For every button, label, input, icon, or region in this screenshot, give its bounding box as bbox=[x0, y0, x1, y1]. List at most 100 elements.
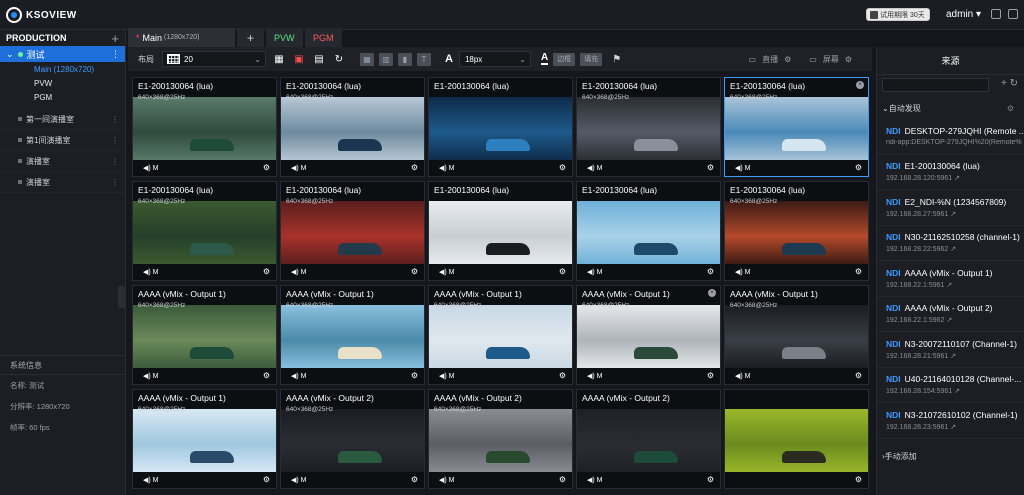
source-tile[interactable]: AAAA (vMix - Output 1) 640×368@25Hz ◀) M ⚙ bbox=[132, 389, 277, 489]
audio-toggle[interactable]: ◀) M bbox=[439, 164, 455, 172]
refresh-icon[interactable]: ↻ bbox=[1010, 78, 1018, 89]
source-item[interactable]: NDI E1-200130064 (lua) 192.168.28.120:5961… bbox=[877, 155, 1024, 190]
audio-toggle[interactable]: ◀) M bbox=[439, 268, 455, 276]
tile-settings-icon[interactable]: ⚙ bbox=[411, 267, 418, 276]
close-icon[interactable]: × bbox=[708, 289, 716, 297]
source-item[interactable]: NDI DESKTOP-279JQHI (Remote ... ndi-app:DE… bbox=[877, 119, 1024, 155]
screen-settings-icon[interactable]: ⚙ bbox=[845, 55, 852, 64]
tile-settings-icon[interactable]: ⚙ bbox=[855, 163, 862, 172]
font-size-select[interactable]: 18px ⌄ bbox=[458, 51, 531, 67]
tile-settings-icon[interactable]: ⚙ bbox=[263, 267, 270, 276]
source-tile[interactable]: E1-200130064 (lua) ◀) M ⚙ bbox=[428, 181, 573, 281]
audio-toggle[interactable]: ◀) M bbox=[143, 476, 159, 484]
source-tile[interactable]: AAAA (vMix - Output 2) 640×368@25Hz ◀) M ⚙ bbox=[280, 389, 425, 489]
merge-icon[interactable]: ▥ bbox=[379, 52, 393, 66]
tile-settings-icon[interactable]: ⚙ bbox=[707, 163, 714, 172]
source-tile[interactable]: E1-200130064 (lua) 640×368@25Hz ◀) M ⚙ bbox=[280, 181, 425, 281]
studio-item[interactable]: 演播室 ⋮ bbox=[0, 172, 125, 193]
panel-collapse-handle[interactable] bbox=[118, 286, 125, 308]
live-label[interactable]: 直播 bbox=[762, 54, 778, 65]
studio-item[interactable]: 演播室 ⋮ bbox=[0, 151, 125, 172]
audio-toggle[interactable]: ◀) M bbox=[291, 476, 307, 484]
source-item[interactable]: NDI AAAA (vMix - Output 1) 192.168.22.1:59… bbox=[877, 261, 1024, 297]
sub-item-pgm[interactable]: PGM bbox=[0, 90, 125, 104]
bar-icon[interactable]: ▮ bbox=[398, 52, 412, 66]
layout-select[interactable]: 20 ⌄ bbox=[162, 51, 266, 67]
close-icon[interactable]: × bbox=[856, 81, 864, 89]
tile-settings-icon[interactable]: ⚙ bbox=[263, 371, 270, 380]
save-icon[interactable]: ▣ bbox=[292, 52, 306, 66]
source-item[interactable]: NDI E2_NDI-%N (1234567809) 192.168.28.27:5… bbox=[877, 190, 1024, 226]
source-tile[interactable]: AAAA (vMix - Output 1) 640×368@25Hz ◀) M ⚙ × bbox=[576, 285, 721, 385]
font-color-icon[interactable]: A bbox=[540, 53, 549, 65]
add-source-icon[interactable]: + bbox=[1001, 78, 1007, 89]
refresh-icon[interactable]: ↻ bbox=[332, 52, 346, 66]
source-search-input[interactable] bbox=[882, 78, 989, 92]
audio-toggle[interactable]: ◀) M bbox=[291, 268, 307, 276]
add-tab-button[interactable]: + bbox=[237, 28, 264, 47]
tab-pgm[interactable]: PGM bbox=[305, 28, 342, 47]
tile-settings-icon[interactable]: ⚙ bbox=[411, 163, 418, 172]
studio-item[interactable]: 第一间演播室 ⋮ bbox=[0, 109, 125, 130]
audio-toggle[interactable]: ◀) M bbox=[587, 372, 603, 380]
source-tile[interactable]: E1-200130064 (lua) ◀) M ⚙ bbox=[428, 77, 573, 177]
studio-item[interactable]: 第1间演播室 ⋮ bbox=[0, 130, 125, 151]
audio-toggle[interactable]: ◀) M bbox=[291, 372, 307, 380]
tile-settings-icon[interactable]: ⚙ bbox=[855, 267, 862, 276]
screen-label[interactable]: 屏幕 bbox=[823, 54, 839, 65]
source-item[interactable]: NDI N30-21162510258 (channel-1) 192.168.28… bbox=[877, 226, 1024, 261]
source-tile[interactable]: E1-200130064 (lua) 640×368@25Hz ◀) M ⚙ bbox=[576, 77, 721, 177]
external-link-icon[interactable]: ↗ bbox=[948, 424, 956, 431]
production-item-active[interactable]: ⌄ 测试 ⋮ bbox=[0, 46, 125, 62]
source-tile[interactable]: ⚙ bbox=[724, 389, 869, 489]
audio-toggle[interactable]: ◀) M bbox=[439, 372, 455, 380]
tile-settings-icon[interactable]: ⚙ bbox=[411, 371, 418, 380]
tile-settings-icon[interactable]: ⚙ bbox=[263, 475, 270, 484]
source-tile[interactable]: E1-200130064 (lua) 640×368@25Hz ◀) M ⚙ bbox=[280, 77, 425, 177]
external-link-icon[interactable]: ↗ bbox=[952, 175, 960, 182]
audio-toggle[interactable]: ◀) M bbox=[143, 164, 159, 172]
tile-settings-icon[interactable]: ⚙ bbox=[707, 475, 714, 484]
source-tile[interactable]: AAAA (vMix - Output 2) ◀) M ⚙ bbox=[576, 389, 721, 489]
source-tile[interactable]: E1-200130064 (lua) 640×368@25Hz ◀) M ⚙ bbox=[724, 181, 869, 281]
tile-settings-icon[interactable]: ⚙ bbox=[707, 371, 714, 380]
auto-discovery-section[interactable]: ⌄ 自动发现 ⚙ bbox=[882, 101, 1020, 115]
live-settings-icon[interactable]: ⚙ bbox=[784, 55, 791, 64]
tab-pvw[interactable]: PVW bbox=[266, 28, 303, 47]
tile-settings-icon[interactable]: ⚙ bbox=[559, 475, 566, 484]
gear-icon[interactable]: ⚙ bbox=[1007, 104, 1014, 113]
source-tile[interactable]: AAAA (vMix - Output 1) 640×368@25Hz ◀) M ⚙ bbox=[724, 285, 869, 385]
external-link-icon[interactable]: ↗ bbox=[948, 246, 956, 253]
sub-item-pvw[interactable]: PVW bbox=[0, 76, 125, 90]
audio-toggle[interactable]: ◀) M bbox=[735, 372, 751, 380]
external-link-icon[interactable]: ↗ bbox=[944, 317, 952, 324]
source-tile[interactable]: AAAA (vMix - Output 1) 640×368@25Hz ◀) M ⚙ bbox=[428, 285, 573, 385]
more-icon[interactable]: ⋮ bbox=[111, 49, 120, 60]
tile-settings-icon[interactable]: ⚙ bbox=[559, 267, 566, 276]
source-tile[interactable]: E1-200130064 (lua) ◀) M ⚙ bbox=[576, 181, 721, 281]
tile-settings-icon[interactable]: ⚙ bbox=[411, 475, 418, 484]
user-menu[interactable]: admin ▾ bbox=[946, 9, 981, 20]
external-link-icon[interactable]: ↗ bbox=[948, 211, 956, 218]
audio-toggle[interactable]: ◀) M bbox=[587, 476, 603, 484]
fill-button[interactable]: 填充 bbox=[580, 52, 603, 66]
source-tile[interactable]: AAAA (vMix - Output 2) 640×368@25Hz ◀) M ⚙ bbox=[428, 389, 573, 489]
source-tile[interactable]: E1-200130064 (lua) 640×368@25Hz ◀) M ⚙ × bbox=[724, 77, 869, 177]
tab-main[interactable]: * Main (1280x720) bbox=[128, 28, 235, 47]
sub-item-main[interactable]: Main (1280x720) bbox=[0, 62, 125, 76]
audio-toggle[interactable]: ◀) M bbox=[143, 268, 159, 276]
tile-settings-icon[interactable]: ⚙ bbox=[855, 371, 862, 380]
layout-grid-icon[interactable]: ▦ bbox=[272, 52, 286, 66]
split-icon[interactable]: ▦ bbox=[360, 52, 374, 66]
audio-toggle[interactable]: ◀) M bbox=[587, 268, 603, 276]
external-link-icon[interactable]: ↗ bbox=[948, 353, 956, 360]
audio-toggle[interactable]: ◀) M bbox=[587, 164, 603, 172]
source-item[interactable]: NDI U40-21164010128 (Channel-... 192.168.2… bbox=[877, 368, 1024, 403]
add-production-icon[interactable]: + bbox=[111, 31, 119, 46]
tile-settings-icon[interactable]: ⚙ bbox=[263, 163, 270, 172]
more-icon[interactable]: ⋮ bbox=[111, 157, 119, 166]
audio-toggle[interactable]: ◀) M bbox=[291, 164, 307, 172]
text-icon[interactable]: T bbox=[417, 52, 431, 66]
source-item[interactable]: NDI N3-21072610102 (Channel-1) 192.168.28.… bbox=[877, 403, 1024, 439]
audio-toggle[interactable]: ◀) M bbox=[735, 164, 751, 172]
